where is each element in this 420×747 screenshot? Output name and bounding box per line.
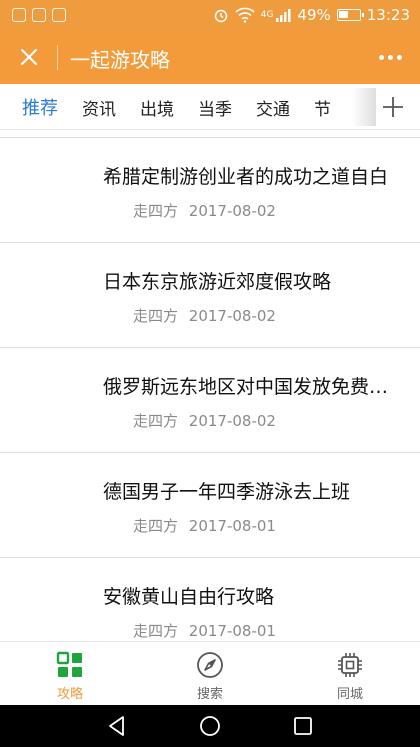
wifi-icon — [235, 7, 255, 23]
recents-icon[interactable] — [292, 715, 314, 737]
tab-news[interactable]: 资讯 — [70, 95, 128, 120]
list-item[interactable]: 德国男子一年四季游泳去上班 走四方 2017-08-01 — [0, 453, 420, 558]
article-meta: 走四方 2017-08-01 — [133, 620, 276, 641]
list-item[interactable]: 日本东京旅游近郊度假攻略 走四方 2017-08-02 — [0, 243, 420, 348]
nav-local[interactable]: 同城 — [280, 642, 420, 705]
tab-festival[interactable]: 节 — [302, 95, 343, 120]
battery-icon — [336, 9, 364, 21]
battery-percent: 49% — [297, 6, 331, 24]
article-title: 安徽黄山自由行攻略 — [103, 586, 275, 608]
plus-icon — [383, 97, 403, 117]
notification-icons — [12, 8, 66, 22]
page-title: 一起游攻略 — [70, 48, 170, 72]
article-title: 德国男子一年四季游泳去上班 — [103, 481, 351, 503]
article-title: 日本东京旅游近郊度假攻略 — [103, 271, 332, 293]
article-date: 2017-08-01 — [188, 622, 276, 640]
tab-outbound[interactable]: 出境 — [128, 95, 186, 120]
grid-icon — [56, 651, 82, 677]
category-tab-bar: 推荐 资讯 出境 当季 交通 节 — [0, 84, 420, 130]
more-dot-icon — [396, 54, 402, 60]
notification-icon — [52, 8, 66, 22]
alarm-icon — [214, 9, 227, 23]
nav-label: 搜索 — [196, 687, 223, 702]
more-options-button[interactable] — [374, 42, 406, 72]
notification-icon — [32, 8, 46, 22]
bottom-nav: 攻略 搜索 同城 — [0, 641, 420, 705]
status-right: 4G 49% 13:23 — [213, 6, 410, 24]
article-meta: 走四方 2017-08-02 — [133, 200, 276, 221]
nav-search[interactable]: 搜索 — [140, 642, 280, 705]
article-date: 2017-08-01 — [188, 517, 276, 535]
nav-label: 攻略 — [56, 687, 83, 702]
article-date: 2017-08-02 — [188, 412, 276, 430]
system-nav-bar — [0, 705, 420, 747]
nav-guides[interactable]: 攻略 — [0, 642, 140, 705]
network-type: 4G — [260, 10, 274, 20]
status-time: 13:23 — [366, 6, 410, 24]
list-divider — [0, 130, 420, 138]
article-list[interactable]: 希腊定制游创业者的成功之道自白 走四方 2017-08-02 日本东京旅游近郊度… — [0, 130, 420, 641]
article-meta: 走四方 2017-08-01 — [133, 515, 276, 536]
home-icon[interactable] — [199, 715, 221, 737]
list-item[interactable]: 希腊定制游创业者的成功之道自白 走四方 2017-08-02 — [0, 138, 420, 243]
category-tabs: 推荐 资讯 出境 当季 交通 节 — [0, 84, 368, 130]
compass-icon — [197, 652, 223, 678]
tab-recommend[interactable]: 推荐 — [0, 94, 70, 120]
signal-icon — [276, 9, 291, 22]
notification-icon — [12, 8, 26, 22]
article-meta: 走四方 2017-08-02 — [133, 305, 276, 326]
chip-icon — [338, 653, 362, 677]
app-header: 一起游攻略 — [0, 30, 420, 84]
tab-scroll-shadow — [352, 88, 376, 126]
header-divider — [57, 45, 58, 70]
back-icon[interactable] — [106, 715, 128, 737]
article-author: 走四方 — [133, 202, 179, 220]
article-meta: 走四方 2017-08-02 — [133, 410, 276, 431]
more-dot-icon — [387, 54, 393, 60]
close-icon — [20, 48, 38, 66]
article-author: 走四方 — [133, 307, 179, 325]
tab-transport[interactable]: 交通 — [244, 95, 302, 120]
article-title: 希腊定制游创业者的成功之道自白 — [103, 166, 389, 188]
article-date: 2017-08-02 — [188, 202, 276, 220]
article-author: 走四方 — [133, 517, 179, 535]
article-title: 俄罗斯远东地区对中国发放免费… — [103, 376, 389, 398]
status-bar: 4G 49% 13:23 — [0, 0, 420, 30]
more-dot-icon — [378, 54, 384, 60]
nav-label: 同城 — [336, 687, 363, 702]
article-author: 走四方 — [133, 622, 179, 640]
tab-seasonal[interactable]: 当季 — [186, 95, 244, 120]
close-button[interactable] — [12, 40, 46, 74]
list-item[interactable]: 俄罗斯远东地区对中国发放免费… 走四方 2017-08-02 — [0, 348, 420, 453]
add-tab-button[interactable] — [376, 90, 410, 124]
list-item[interactable]: 安徽黄山自由行攻略 走四方 2017-08-01 — [0, 558, 420, 641]
article-date: 2017-08-02 — [188, 307, 276, 325]
article-author: 走四方 — [133, 412, 179, 430]
